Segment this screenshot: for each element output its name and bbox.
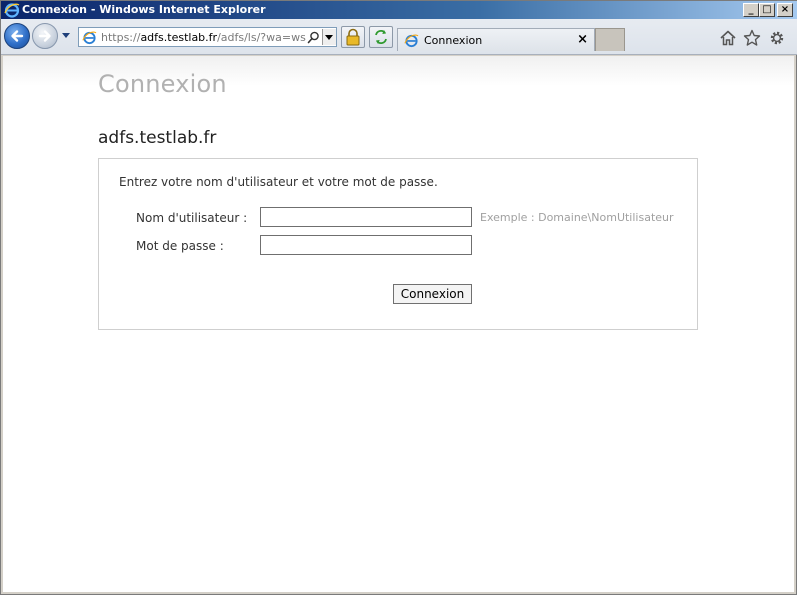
forward-arrow-icon: [38, 30, 51, 42]
forward-button[interactable]: [32, 23, 58, 49]
ie-page-icon: [82, 31, 97, 45]
password-input[interactable]: [260, 235, 472, 255]
minimize-button[interactable]: _: [743, 3, 759, 17]
search-icon[interactable]: [307, 31, 320, 44]
favorites-star-icon[interactable]: [743, 29, 761, 47]
tab-label: Connexion: [424, 34, 483, 47]
history-dropdown-icon[interactable]: [61, 32, 71, 40]
lock-icon: [346, 28, 360, 46]
chevron-down-icon: [325, 35, 333, 40]
new-tab-button[interactable]: [595, 28, 625, 51]
page-viewport: Connexion adfs.testlab.fr Entrez votre n…: [3, 56, 794, 592]
page-title: Connexion: [98, 70, 227, 98]
back-arrow-icon: [11, 30, 24, 42]
title-bar: Connexion - Windows Internet Explorer _ …: [1, 1, 797, 19]
back-button[interactable]: [4, 23, 30, 49]
instructions-text: Entrez votre nom d'utilisateur et votre …: [119, 175, 438, 189]
username-label: Nom d'utilisateur :: [136, 211, 248, 225]
address-dropdown-button[interactable]: [322, 29, 336, 45]
browser-toolbar: https://adfs.testlab.fr/adfs/ls/?wa=wsig…: [1, 19, 797, 55]
close-window-button[interactable]: ×: [777, 3, 793, 17]
ie-logo-icon: [4, 3, 20, 18]
tab-close-button[interactable]: ×: [577, 32, 588, 47]
ie-tab-icon: [404, 34, 419, 48]
username-example-hint: Exemple : Domaine\NomUtilisateur: [480, 211, 674, 224]
security-report-button[interactable]: [341, 26, 365, 48]
connexion-button[interactable]: Connexion: [393, 284, 472, 304]
refresh-button[interactable]: [369, 26, 393, 48]
browser-window: Connexion - Windows Internet Explorer _ …: [0, 0, 797, 595]
address-bar[interactable]: https://adfs.testlab.fr/adfs/ls/?wa=wsig…: [78, 27, 337, 47]
home-icon[interactable]: [719, 29, 737, 47]
site-name: adfs.testlab.fr: [98, 128, 217, 148]
window-title: Connexion - Windows Internet Explorer: [22, 3, 266, 16]
maximize-button[interactable]: □: [759, 3, 775, 17]
password-label: Mot de passe :: [136, 239, 224, 253]
tab-connexion[interactable]: Connexion ×: [397, 28, 595, 51]
refresh-icon: [375, 30, 387, 44]
username-input[interactable]: [260, 207, 472, 227]
gear-icon[interactable]: [768, 29, 786, 47]
url-text: https://adfs.testlab.fr/adfs/ls/?wa=wsig…: [101, 31, 306, 44]
login-form: Entrez votre nom d'utilisateur et votre …: [98, 158, 698, 330]
